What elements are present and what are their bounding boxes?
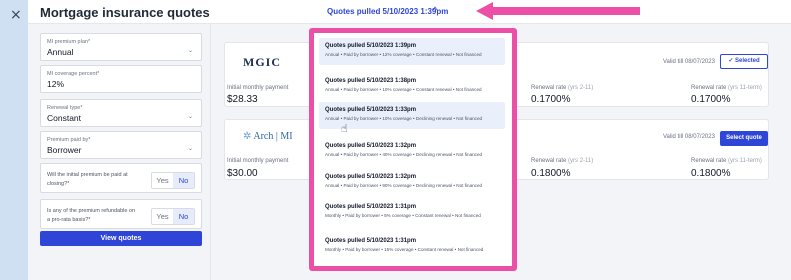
dropdown-item-details: Annual • Paid by borrower • 10% coverage… (325, 116, 483, 121)
yes-button[interactable]: Yes (152, 209, 173, 224)
no-button[interactable]: No (173, 173, 194, 188)
quote-form: MI premium plan* Annual ⌄ MI coverage pe… (40, 33, 202, 280)
dropdown-item-title: Quotes pulled 5/10/2023 1:32pm (325, 174, 417, 180)
renewal-rate-term-label-text: Renewal rate (691, 85, 727, 91)
renewal-rate-term-label: Renewal rate (yrs 11-term) (691, 158, 762, 164)
chevron-down-icon: ⌄ (187, 146, 193, 152)
arch-mi-logo-text: Arch | MI (253, 131, 293, 142)
initial-payment-label: Initial monthly payment (227, 158, 289, 164)
dropdown-item[interactable]: Quotes pulled 5/10/2023 1:38pm Annual • … (319, 73, 505, 100)
page-title: Mortgage insurance quotes (40, 5, 210, 20)
field-value: Constant (47, 113, 82, 123)
chevron-down-icon: ⌄ (187, 114, 193, 120)
dropdown-item[interactable]: Quotes pulled 5/10/2023 1:32pm Annual • … (319, 169, 505, 196)
dropdown-item[interactable]: Quotes pulled 5/10/2023 1:39pm Annual • … (319, 38, 505, 65)
dropdown-item-details: Annual • Paid by borrower • 10% coverage… (325, 87, 482, 92)
dropdown-item-title: Quotes pulled 5/10/2023 1:31pm (325, 238, 417, 244)
selected-button[interactable]: ✓ Selected (720, 54, 768, 69)
dropdown-item[interactable]: Quotes pulled 5/10/2023 1:32pm Annual • … (319, 138, 505, 165)
valid-till-text: Valid till 08/07/2023 (663, 134, 715, 140)
yes-no-toggle: Yes No (151, 172, 195, 189)
paid-at-closing-question: Will the initial premium be paid at clos… (40, 163, 202, 193)
annotation-arrow-shaft (492, 7, 640, 15)
refundable-question: Is any of the premium refundable on a pr… (40, 199, 202, 229)
mi-coverage-percent-input[interactable]: MI coverage percent* 12% (40, 65, 202, 93)
field-label: Renewal type* (47, 105, 83, 111)
dropdown-item-title: Quotes pulled 5/10/2023 1:38pm (325, 78, 417, 84)
renewal-rate-label: Renewal rate (yrs 2-11) (531, 85, 593, 91)
renewal-rate-label-text: Renewal rate (531, 158, 567, 164)
dropdown-item-title: Quotes pulled 5/10/2023 1:39pm (325, 43, 417, 49)
yes-button[interactable]: Yes (152, 173, 173, 188)
no-button[interactable]: No (173, 209, 194, 224)
dropdown-item-details: Annual • Paid by borrower • 12% coverage… (325, 52, 482, 57)
renewal-rate-note: (yrs 2-11) (568, 85, 594, 91)
quotes-history-dropdown: Quotes pulled 5/10/2023 1:39pm Annual • … (309, 28, 517, 271)
annotation-arrow-head (476, 2, 493, 20)
valid-till-text: Valid till 08/07/2023 (663, 59, 715, 65)
question-text: Is any of the premium refundable on a pr… (47, 208, 136, 223)
dropdown-item-details: Annual • Paid by borrower • 90% coverage… (325, 183, 483, 188)
dropdown-item-details: Monthly • Paid by borrower • 5% coverage… (325, 213, 481, 218)
column-divider (210, 24, 211, 280)
dropdown-item-title: Quotes pulled 5/10/2023 1:31pm (325, 204, 417, 210)
dropdown-item-details: Monthly • Paid by borrower • 15% coverag… (325, 247, 484, 252)
chevron-down-icon: ⌄ (187, 48, 193, 54)
field-value: Borrower (47, 145, 82, 155)
renewal-rate-label-text: Renewal rate (531, 85, 567, 91)
renewal-rate-term-note: (yrs 11-term) (728, 85, 762, 91)
renewal-rate-term-note: (yrs 11-term) (728, 158, 762, 164)
renewal-rate-value: 0.1700% (531, 94, 571, 105)
view-quotes-button[interactable]: View quotes (40, 231, 202, 246)
initial-payment-value: $30.00 (227, 168, 258, 179)
renewal-rate-term-value: 0.1800% (691, 168, 731, 179)
renewal-rate-value: 0.1800% (531, 168, 571, 179)
select-quote-button[interactable]: Select quote (720, 131, 768, 146)
renewal-type-select[interactable]: Renewal type* Constant ⌄ (40, 99, 202, 127)
renewal-rate-term-label-text: Renewal rate (691, 158, 727, 164)
yes-no-toggle: Yes No (151, 208, 195, 225)
dropdown-item-title: Quotes pulled 5/10/2023 1:33pm (325, 107, 417, 113)
field-value: 12% (47, 79, 65, 89)
dropdown-item[interactable]: Quotes pulled 5/10/2023 1:31pm Monthly •… (319, 233, 505, 260)
renewal-rate-label: Renewal rate (yrs 2-11) (531, 158, 593, 164)
renewal-rate-term-label: Renewal rate (yrs 11-term) (691, 85, 762, 91)
chevron-up-icon[interactable]: ^ (433, 5, 437, 15)
premium-paid-by-select[interactable]: Premium paid by* Borrower ⌄ (40, 131, 202, 159)
quotes-pulled-dropdown-toggle[interactable]: Quotes pulled 5/10/2023 1:39pm (327, 7, 448, 16)
renewal-rate-note: (yrs 2-11) (568, 158, 594, 164)
field-label: Premium paid by* (47, 137, 91, 143)
hand-cursor-icon: ☝ (341, 122, 348, 135)
arch-mi-logo: ✲ Arch | MI (243, 131, 293, 142)
arch-star-icon: ✲ (243, 131, 252, 142)
dropdown-item[interactable]: Quotes pulled 5/10/2023 1:31pm Monthly •… (319, 199, 505, 226)
dropdown-item-details: Annual • Paid by borrower • 40% coverage… (325, 152, 483, 157)
question-text: Will the initial premium be paid at clos… (47, 172, 128, 187)
close-icon[interactable]: × (10, 7, 22, 23)
mgic-logo: MGIC (243, 55, 281, 69)
mi-premium-plan-select[interactable]: MI premium plan* Annual ⌄ (40, 33, 202, 61)
initial-payment-value: $28.33 (227, 94, 258, 105)
field-label: MI premium plan* (47, 39, 91, 45)
initial-payment-label: Initial monthly payment (227, 85, 289, 91)
field-label: MI coverage percent* (47, 71, 100, 77)
renewal-rate-term-value: 0.1700% (691, 94, 731, 105)
dropdown-item-title: Quotes pulled 5/10/2023 1:32pm (325, 143, 417, 149)
field-value: Annual (47, 47, 74, 57)
